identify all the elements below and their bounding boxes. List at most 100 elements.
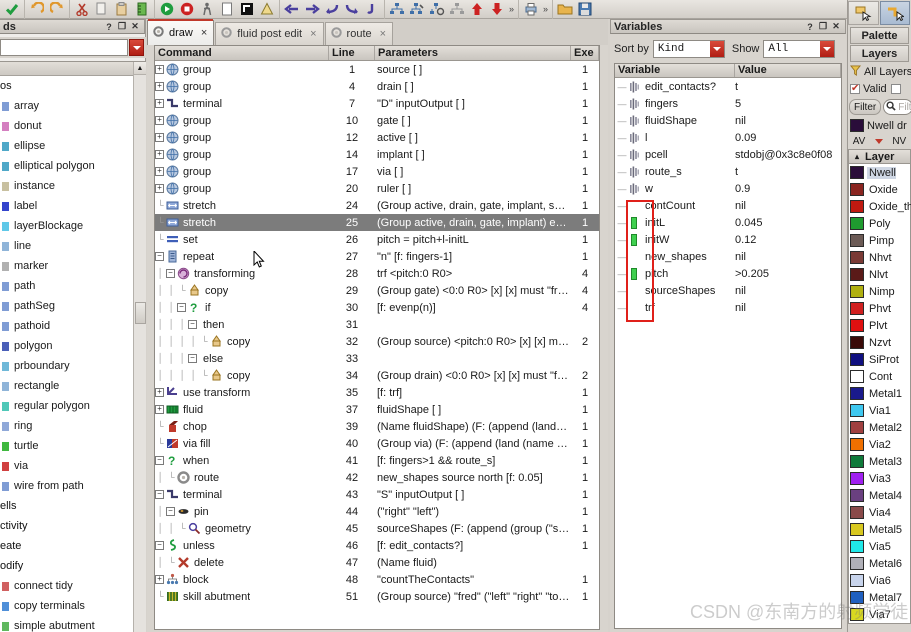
layer-row[interactable]: Pimp [849,232,910,249]
commands-group-row[interactable]: ctivity [0,516,146,536]
undo-icon[interactable] [27,1,47,18]
command-row[interactable]: + group 4 drain [ ] 1 [155,78,599,95]
nv-label[interactable]: NV [892,136,906,147]
arrow-curve-icon[interactable] [362,1,382,18]
toolbar-overflow-chevron[interactable]: » [507,4,516,14]
command-row[interactable]: │ │ │ − else 33 [155,350,599,367]
filter-button[interactable]: Filter [849,99,882,115]
layer-row[interactable]: Metal1 [849,385,910,402]
undock-button[interactable]: ❐ [817,21,829,33]
commands-list-item[interactable]: layerBlockage [0,216,146,236]
paste-icon[interactable] [112,1,132,18]
commands-list-item[interactable]: ellipse [0,136,146,156]
command-row[interactable]: │ │ └ geometry 45 sourceShapes (F: (append (g… [155,520,599,537]
expand-icon[interactable]: + [155,133,164,142]
printer-icon[interactable] [521,1,541,18]
show-dropdown-button[interactable] [820,40,835,57]
expand-icon[interactable]: + [155,184,164,193]
variable-row[interactable]: — l 0.09 [615,129,841,146]
collapse-icon[interactable]: − [166,269,175,278]
command-row[interactable]: + terminal 7 "D" inputOutput [ ] 1 [155,95,599,112]
layer-color-swatch[interactable] [850,455,864,468]
tab-fluid-post-edit[interactable]: fluid post edit × [215,22,324,45]
help-button[interactable]: ? [804,21,816,33]
used-checkbox[interactable] [890,83,901,94]
command-row[interactable]: + block 48 "countTheContacts" 1 [155,571,599,588]
expand-icon[interactable]: + [155,116,164,125]
redo-icon[interactable] [47,1,67,18]
command-row[interactable]: + group 10 gate [ ] 1 [155,112,599,129]
cut-icon[interactable] [72,1,92,18]
variable-row[interactable]: — fingers 5 [615,95,841,112]
command-row[interactable]: └ via fill 40 (Group via) (F: (append (land… [155,435,599,452]
layer-row[interactable]: Via2 [849,436,910,453]
collapse-icon[interactable]: − [188,354,197,363]
layer-color-swatch[interactable] [850,438,864,451]
command-row[interactable]: └ stretch 24 (Group active, drain, gate, im… [155,197,599,214]
layer-color-swatch[interactable] [850,387,864,400]
layer-row[interactable]: Metal7 [849,589,910,606]
toolbar-overflow-chevron-2[interactable]: » [541,4,550,14]
tab-route[interactable]: route × [324,22,394,45]
commands-list-item[interactable]: line [0,236,146,256]
commands-list-item[interactable]: path [0,276,146,296]
commands-scrollbar[interactable]: ▲ [133,62,146,632]
layer-color-swatch[interactable] [850,557,864,570]
undock-button[interactable]: ❐ [116,21,128,33]
layer-row[interactable]: SiProt [849,351,910,368]
layer-row[interactable]: Metal5 [849,521,910,538]
command-row[interactable]: − repeat 27 "n" [f: fingers-1] 1 [155,248,599,265]
column-header-line[interactable]: Line [329,46,375,60]
expand-icon[interactable]: + [155,167,164,176]
layer-color-swatch[interactable] [850,200,864,213]
variable-row[interactable]: — pcell stdobj@0x3c8e0f08 [615,146,841,163]
column-header-command[interactable]: Command [155,46,329,60]
copy-icon[interactable] [92,1,112,18]
scrollbar-thumb[interactable] [135,302,146,324]
commands-list-item[interactable]: array [0,96,146,116]
collapse-icon[interactable]: − [155,456,164,465]
command-row[interactable]: │ │ │ │ └ copy 32 (Group source) <pitch:0 R0> [… [155,333,599,350]
collapse-icon[interactable]: − [155,252,164,261]
variable-row[interactable]: — sourceShapes nil [615,282,841,299]
check-icon[interactable] [2,1,22,18]
command-row[interactable]: + group 20 ruler [ ] 1 [155,180,599,197]
warning-icon[interactable] [257,1,277,18]
layer-row[interactable]: Nwell [849,164,910,181]
select-tool-button[interactable] [848,1,879,25]
arrow-right-icon[interactable] [302,1,322,18]
commands-list[interactable]: os array donut ellipse elliptical polygon ins… [0,61,146,632]
collapse-icon[interactable]: − [188,320,197,329]
layer-row[interactable]: Nhvt [849,249,910,266]
commands-group-row[interactable]: os [0,76,146,96]
expand-icon[interactable]: + [155,575,164,584]
show-select[interactable]: All [763,39,836,58]
arrow-loop-icon[interactable] [342,1,362,18]
command-row[interactable]: │ │ │ │ └ copy 34 (Group drain) <0:0 R0> [x] [x… [155,367,599,384]
commands-list-item[interactable]: connect tidy [0,576,146,596]
layer-row[interactable]: Nzvt [849,334,910,351]
layer-color-swatch[interactable] [850,421,864,434]
layer-color-swatch[interactable] [850,336,864,349]
layers-list[interactable]: Nwell Oxide Oxide_th Poly Pimp Nhvt Nlvt Nimp Ph… [848,164,911,624]
layer-row[interactable]: Via1 [849,402,910,419]
commands-list-item[interactable]: wire from path [0,476,146,496]
layer-row[interactable]: Via5 [849,538,910,555]
command-row[interactable]: └ skill abutment 51 (Group source) "fred" (… [155,588,599,605]
sort-asc-icon[interactable]: ▴ [849,152,865,161]
layer-row[interactable]: Metal6 [849,555,910,572]
chevron-down-icon[interactable] [874,139,883,144]
layer-row[interactable]: Metal3 [849,453,910,470]
column-header-parameters[interactable]: Parameters [375,46,571,60]
commands-list-item[interactable]: via [0,456,146,476]
arrow-turn-icon[interactable] [322,1,342,18]
expand-icon[interactable]: + [155,99,164,108]
collapse-icon[interactable]: − [166,507,175,516]
commands-group-row[interactable]: odify [0,556,146,576]
layer-color-swatch[interactable] [850,353,864,366]
layer-color-swatch[interactable] [850,523,864,536]
current-layer-row[interactable]: Nwell dr [848,117,911,134]
layer-row[interactable]: Metal2 [849,419,910,436]
layer-row[interactable]: Cont [849,368,910,385]
scroll-up-icon[interactable]: ▲ [134,62,146,75]
